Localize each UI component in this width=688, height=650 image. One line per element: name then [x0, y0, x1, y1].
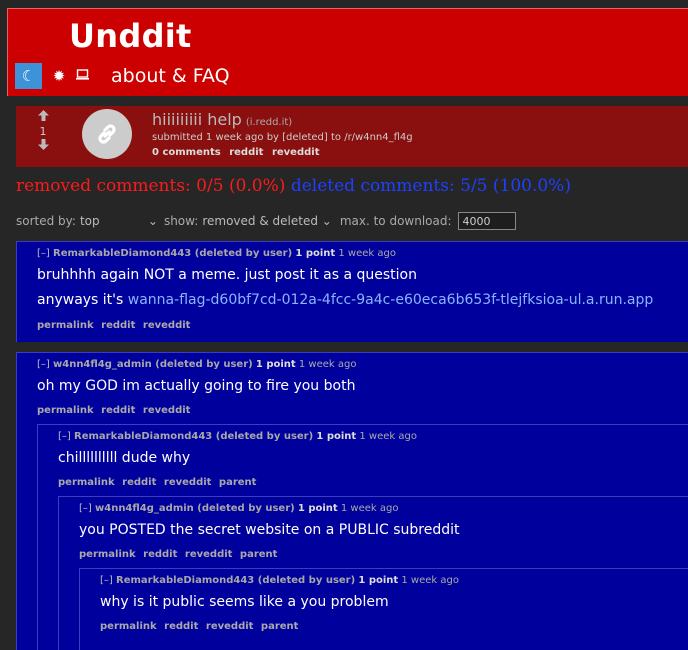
site-header: Unddit ☾ ✹ about & FAQ: [7, 8, 688, 96]
comment-body: oh my GOD im actually going to fire you …: [37, 378, 356, 394]
sun-icon[interactable]: ✹: [52, 67, 66, 85]
reveddit-link[interactable]: reveddit: [185, 549, 233, 560]
show-select[interactable]: removed & deleted ⌄: [202, 214, 331, 228]
collapse-toggle[interactable]: [–]: [100, 575, 113, 586]
collapse-toggle[interactable]: [–]: [79, 503, 92, 514]
vote-box: 1: [36, 110, 50, 154]
collapse-toggle[interactable]: [–]: [37, 248, 50, 259]
comment-author[interactable]: RemarkableDiamond443 (deleted by user): [53, 248, 292, 259]
comment: [–] RemarkableDiamond443 (deleted by use…: [16, 241, 688, 342]
comment-author[interactable]: w4nn4fl4g_admin (deleted by user): [95, 503, 295, 514]
comment-body: chillllllllll dude why: [58, 450, 191, 466]
comment-points: 1 point: [297, 503, 338, 514]
comment-body-link[interactable]: wanna-flag-d60bf7cd-012a-4fcc-9a4c-e60ec…: [128, 292, 653, 308]
reddit-link[interactable]: reddit: [229, 147, 263, 158]
comment-body: you POSTED the secret website on a PUBLI…: [79, 522, 460, 538]
parent-link[interactable]: parent: [219, 477, 257, 488]
post-title-text[interactable]: hiiiiiiiii help: [152, 110, 242, 129]
chevron-down-icon: ⌄: [147, 214, 158, 228]
downvote-icon[interactable]: [36, 139, 50, 154]
post-title[interactable]: hiiiiiiiii help (i.redd.it): [152, 110, 292, 129]
reveddit-link[interactable]: reveddit: [206, 621, 254, 632]
controls-bar: sorted by: top ⌄ show: removed & deleted…: [16, 212, 516, 230]
permalink-link[interactable]: permalink: [100, 621, 157, 632]
comment-body-text: anyways it's: [37, 292, 128, 308]
post-links: 0 comments reddit reveddit: [152, 147, 324, 158]
parent-link[interactable]: parent: [240, 549, 278, 560]
reveddit-link[interactable]: reveddit: [164, 477, 212, 488]
comment-time[interactable]: 1 week ago: [401, 575, 459, 586]
permalink-link[interactable]: permalink: [37, 405, 94, 416]
comment-body-line: anyways it's wanna-flag-d60bf7cd-012a-4f…: [37, 292, 653, 308]
permalink-link[interactable]: permalink: [58, 477, 115, 488]
comment: [–] w4nn4fl4g_admin (deleted by user) 1 …: [16, 352, 688, 650]
post: 1 hiiiiiiiii help (i.redd.it) submitted 1…: [16, 106, 688, 167]
chevron-down-icon: ⌄: [321, 214, 332, 228]
reddit-link[interactable]: reddit: [101, 405, 135, 416]
comment-points: 1 point: [358, 575, 399, 586]
post-domain: (i.redd.it): [245, 117, 293, 128]
header-nav: ☾ ✹ about & FAQ: [15, 63, 230, 89]
computer-icon[interactable]: [76, 68, 89, 84]
reveddit-link[interactable]: reveddit: [143, 320, 191, 331]
comments-link[interactable]: 0 comments: [152, 147, 221, 158]
comment-author[interactable]: RemarkableDiamond443 (deleted by user): [116, 575, 355, 586]
sort-value: top: [79, 214, 100, 228]
comment: [–] RemarkableDiamond443 (deleted by use…: [79, 568, 688, 650]
collapse-toggle[interactable]: [–]: [37, 359, 50, 370]
comment-links: permalink reddit reveddit parent: [79, 549, 281, 560]
comment-links: permalink reddit reveddit: [37, 405, 194, 416]
moon-icon: ☾: [21, 67, 36, 85]
dark-mode-button[interactable]: ☾: [15, 63, 42, 89]
comment-body: why is it public seems like a you proble…: [100, 594, 389, 610]
reveddit-link[interactable]: reveddit: [272, 147, 320, 158]
comment-time[interactable]: 1 week ago: [338, 248, 396, 259]
max-download-label: max. to download:: [339, 214, 452, 228]
reddit-link[interactable]: reddit: [122, 477, 156, 488]
comment: [–] RemarkableDiamond443 (deleted by use…: [37, 424, 688, 650]
removed-stat: removed comments: 0/5 (0.0%): [16, 176, 286, 196]
comment-stats: removed comments: 0/5 (0.0%) deleted com…: [16, 176, 571, 196]
comment-meta: [–] w4nn4fl4g_admin (deleted by user) 1 …: [79, 503, 398, 514]
comment-author[interactable]: RemarkableDiamond443 (deleted by user): [74, 431, 313, 442]
link-thumbnail[interactable]: [82, 109, 132, 159]
permalink-link[interactable]: permalink: [79, 549, 136, 560]
show-label: show:: [163, 214, 199, 228]
reddit-link[interactable]: reddit: [143, 549, 177, 560]
comment-meta: [–] w4nn4fl4g_admin (deleted by user) 1 …: [37, 359, 356, 370]
collapse-toggle[interactable]: [–]: [58, 431, 71, 442]
comment-time[interactable]: 1 week ago: [341, 503, 399, 514]
sort-label: sorted by:: [16, 214, 76, 228]
comment-links: permalink reddit reveddit parent: [58, 477, 260, 488]
reddit-link[interactable]: reddit: [164, 621, 198, 632]
post-score: 1: [39, 125, 47, 138]
upvote-icon[interactable]: [36, 110, 50, 125]
reveddit-link[interactable]: reveddit: [143, 405, 191, 416]
comment-meta: [–] RemarkableDiamond443 (deleted by use…: [37, 248, 396, 259]
permalink-link[interactable]: permalink: [37, 320, 94, 331]
comment-meta: [–] RemarkableDiamond443 (deleted by use…: [58, 431, 417, 442]
max-download-input[interactable]: [457, 212, 516, 230]
about-faq-link[interactable]: about & FAQ: [111, 65, 230, 87]
comment-time[interactable]: 1 week ago: [299, 359, 357, 370]
comment-points: 1 point: [255, 359, 296, 370]
site-logo[interactable]: Unddit: [69, 17, 192, 55]
comment-body-line: bruhhhh again NOT a meme. just post it a…: [37, 267, 417, 283]
comment-points: 1 point: [295, 248, 336, 259]
comment-points: 1 point: [316, 431, 357, 442]
show-value: removed & deleted: [202, 214, 318, 228]
reddit-link[interactable]: reddit: [101, 320, 135, 331]
comment-links: permalink reddit reveddit: [37, 320, 194, 331]
sort-select[interactable]: top ⌄: [80, 214, 158, 228]
deleted-stat: deleted comments: 5/5 (100.0%): [290, 176, 571, 196]
comment-author[interactable]: w4nn4fl4g_admin (deleted by user): [53, 359, 253, 370]
comment: [–] w4nn4fl4g_admin (deleted by user) 1 …: [58, 496, 688, 650]
link-icon: [98, 124, 116, 144]
comment-links: permalink reddit reveddit parent: [100, 621, 302, 632]
comment-time[interactable]: 1 week ago: [359, 431, 417, 442]
comment-meta: [–] RemarkableDiamond443 (deleted by use…: [100, 575, 459, 586]
page: Unddit ☾ ✹ about & FAQ 1 hiiiiiiiii help…: [0, 0, 688, 650]
post-submitted: submitted 1 week ago by [deleted] to /r/…: [152, 132, 413, 143]
parent-link[interactable]: parent: [261, 621, 299, 632]
